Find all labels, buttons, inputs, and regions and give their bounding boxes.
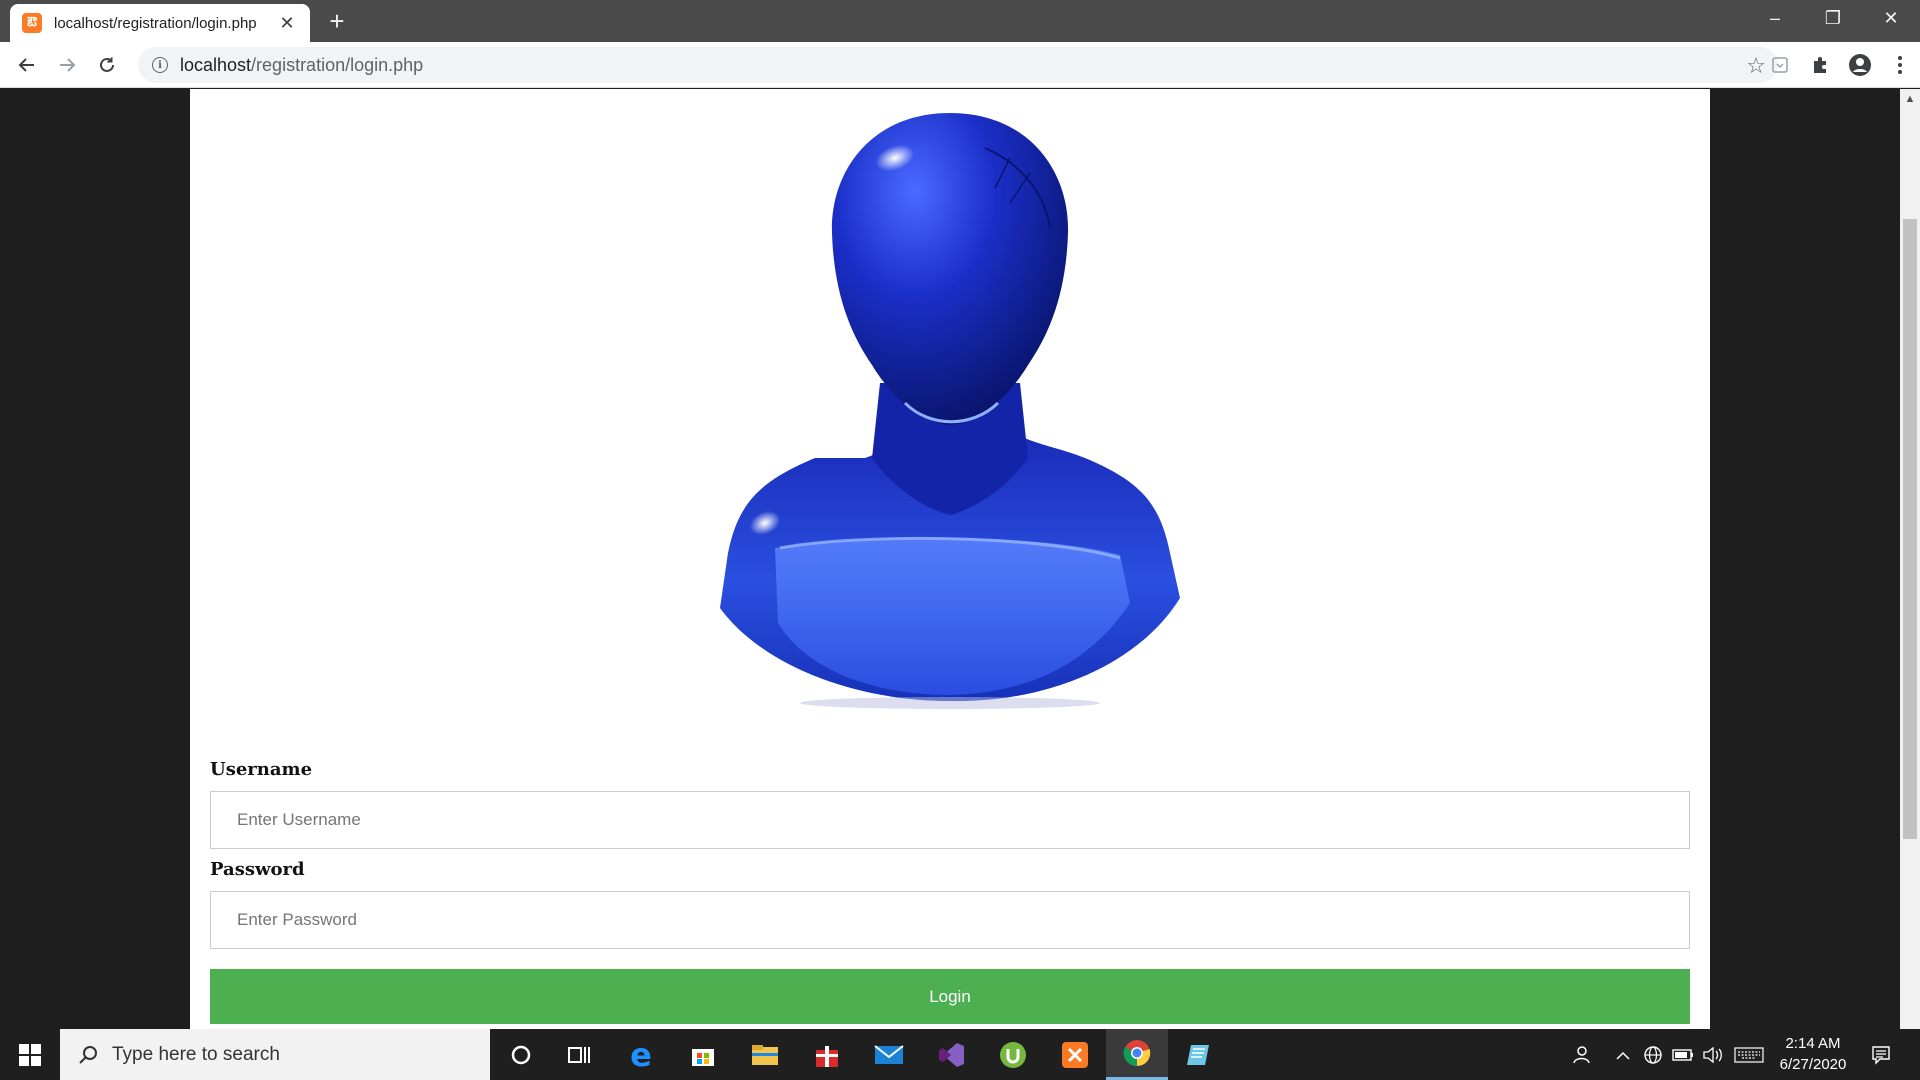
taskbar-search-box[interactable]: Type here to search [60, 1029, 490, 1080]
forward-button[interactable] [52, 50, 82, 80]
browser-tab[interactable]: ఔ localhost/registration/login.php ✕ [10, 4, 310, 42]
clock-date: 6/27/2020 [1779, 1056, 1847, 1073]
chrome-icon[interactable] [1106, 1029, 1168, 1080]
visual-studio-icon[interactable] [920, 1029, 982, 1080]
browser-tab-bar: ఔ localhost/registration/login.php ✕ + –… [0, 0, 1920, 42]
password-input[interactable] [210, 891, 1690, 949]
search-placeholder: Type here to search [112, 1043, 280, 1065]
utorrent-icon[interactable] [982, 1029, 1044, 1080]
user-avatar-icon [720, 113, 1180, 709]
windows-taskbar: Type here to search e 2:14 AM 6/27/2020 [0, 1029, 1920, 1080]
url-text[interactable]: localhost/registration/login.php [180, 55, 423, 76]
tab-title: localhost/registration/login.php [54, 14, 257, 32]
volume-icon[interactable] [1700, 1029, 1726, 1080]
edge-icon[interactable]: e [610, 1029, 672, 1080]
login-container: Username Password Login [190, 89, 1710, 1029]
cortana-icon[interactable] [490, 1029, 552, 1080]
start-button[interactable] [0, 1029, 60, 1080]
notepad-icon[interactable] [1168, 1029, 1230, 1080]
xampp-favicon-icon: ఔ [22, 13, 42, 33]
username-input[interactable] [210, 791, 1690, 849]
login-button[interactable]: Login [210, 969, 1690, 1024]
pocket-extension-icon[interactable] [1760, 50, 1800, 80]
taskbar-clock[interactable]: 2:14 AM 6/27/2020 [1770, 1033, 1856, 1077]
file-explorer-icon[interactable] [734, 1029, 796, 1080]
minimize-icon[interactable]: – [1746, 0, 1804, 36]
keyboard-icon[interactable] [1732, 1029, 1766, 1080]
page-scrollbar[interactable]: ▲ [1900, 89, 1920, 1029]
page-viewport: Username Password Login [0, 89, 1920, 1029]
close-window-icon[interactable]: ✕ [1862, 0, 1920, 36]
show-hidden-icons-icon[interactable] [1612, 1029, 1634, 1080]
windows-logo-icon [19, 1043, 41, 1066]
network-globe-icon[interactable] [1640, 1029, 1666, 1080]
battery-icon[interactable] [1670, 1029, 1696, 1080]
clock-time: 2:14 AM [1785, 1035, 1841, 1052]
back-button[interactable] [12, 50, 42, 80]
site-info-icon[interactable]: i [152, 57, 168, 73]
mail-icon[interactable] [858, 1029, 920, 1080]
action-center-icon[interactable] [1864, 1029, 1898, 1080]
new-tab-button[interactable]: + [322, 6, 352, 36]
password-label: Password [210, 859, 305, 880]
gift-icon[interactable] [796, 1029, 858, 1080]
close-tab-icon[interactable]: ✕ [276, 13, 298, 34]
xampp-icon[interactable] [1044, 1029, 1106, 1080]
profile-avatar-icon[interactable] [1840, 50, 1880, 80]
reload-button[interactable] [92, 50, 122, 80]
window-controls: – ❐ ✕ [1746, 0, 1920, 36]
address-bar[interactable]: i localhost/registration/login.php ☆ [138, 47, 1778, 83]
store-icon[interactable] [672, 1029, 734, 1080]
username-label: Username [210, 759, 313, 780]
toolbar-actions [1760, 50, 1920, 80]
arrow-left-icon [18, 58, 34, 72]
menu-kebab-icon[interactable] [1880, 50, 1920, 80]
people-icon[interactable] [1565, 1029, 1595, 1080]
browser-toolbar: i localhost/registration/login.php ☆ [0, 42, 1920, 88]
reload-icon [100, 57, 114, 72]
search-icon [79, 1045, 97, 1064]
arrow-right-icon [60, 58, 76, 72]
restore-icon[interactable]: ❐ [1804, 0, 1862, 36]
scroll-up-arrow-icon[interactable]: ▲ [1900, 89, 1920, 109]
scroll-thumb[interactable] [1903, 219, 1917, 839]
extensions-puzzle-icon[interactable] [1800, 50, 1840, 80]
task-view-icon[interactable] [548, 1029, 610, 1080]
